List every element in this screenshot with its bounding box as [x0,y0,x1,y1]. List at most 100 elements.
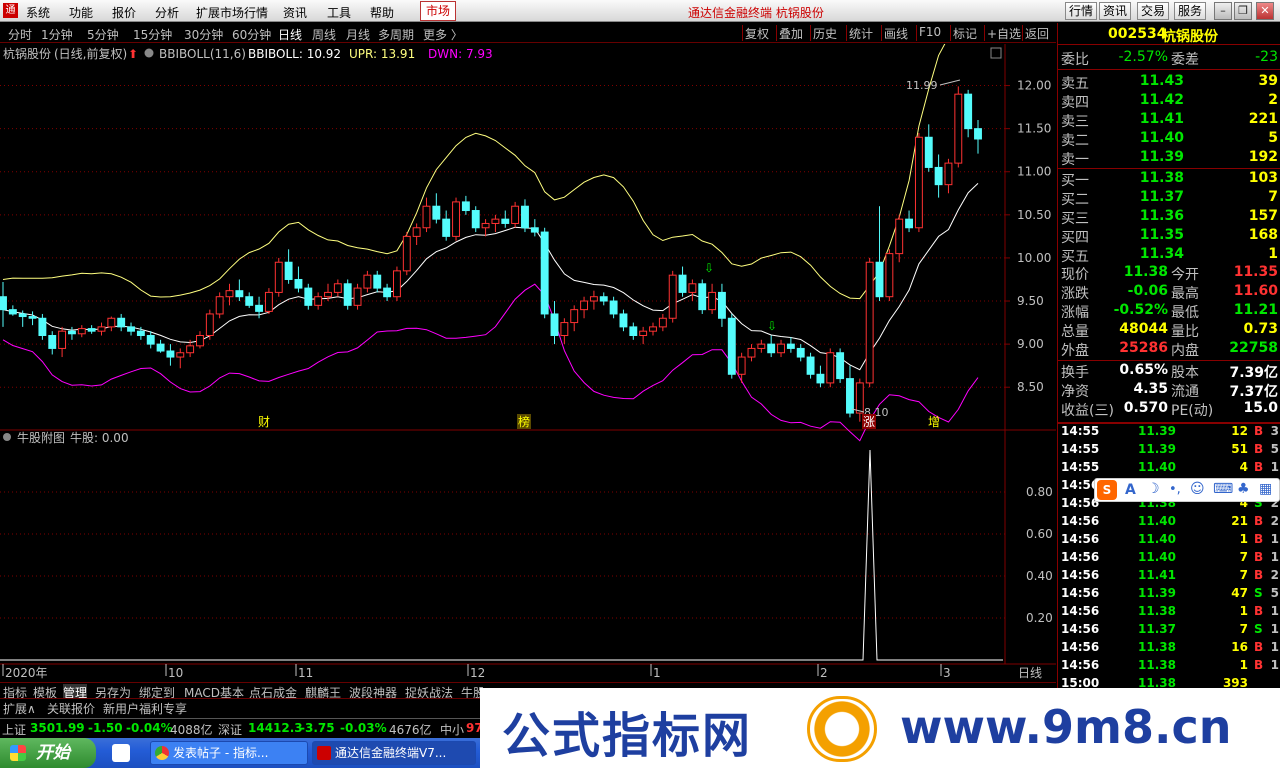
menu-tools[interactable]: 工具 [327,4,351,21]
quicklaunch-icon[interactable] [112,744,130,762]
quote-panel: 002534 杭锅股份 委比 -2.57% 委差 -23 卖五 11.43 39 卖四… [1057,23,1280,690]
period-15min[interactable]: 15分钟 [133,26,172,43]
tick-side: B [1254,532,1264,546]
toolbox-icon[interactable]: ▦ [1259,481,1272,497]
period-monthly[interactable]: 月线 [346,26,370,43]
minimize-icon[interactable]: – [1214,2,1232,20]
tick-price: 11.40 [1138,460,1176,474]
kline-chart[interactable]: 杭锅股份 (日线,前复权) ⬆ BBIBOLL(11,6) BBIBOLL: 1… [0,44,1056,682]
stat-label: 今开 [1171,267,1199,283]
tool-stats[interactable]: 统计 [846,25,875,41]
tool-back[interactable]: 返回 [1022,25,1051,41]
menu-function[interactable]: 功能 [69,4,93,21]
period-1min[interactable]: 1分钟 [41,26,73,43]
candle-body [117,317,126,328]
settings-dot-icon[interactable] [3,433,11,441]
ask-row[interactable]: 卖四 11.42 2 [1058,92,1280,111]
related-quote-tab[interactable]: 关联报价 [47,700,95,717]
index-name[interactable]: 中小 [440,721,464,738]
extend-toggle[interactable]: 扩展∧ [3,700,36,717]
start-button[interactable]: 开始 [0,738,96,768]
service-tab-button[interactable]: 服务 [1174,2,1206,20]
index-name[interactable]: 上证 [2,721,26,738]
index-name[interactable]: 深证 [218,721,242,738]
new-user-benefit-tab[interactable]: 新用户福利专享 [103,700,187,717]
tick-price: 11.37 [1138,622,1176,636]
settings-dot-icon[interactable] [144,48,154,58]
marker-finance[interactable]: 财 [258,415,270,429]
candle-body [196,335,204,347]
header-indicator[interactable]: BBIBOLL(11,6) [159,47,246,61]
candle-body [629,326,638,336]
tool-overlay[interactable]: 叠加 [776,25,805,41]
tool-f10[interactable]: F10 [916,25,943,41]
tool-draw[interactable]: 画线 [881,25,910,41]
stat-label: 净资 [1061,384,1089,400]
tick-row: 14:56 11.40 21 B 2 [1058,514,1280,532]
news-tab-button[interactable]: 资讯 [1099,2,1131,20]
tick-row: 14:56 11.40 7 B 1 [1058,550,1280,568]
period-more[interactable]: 更多 〉 [423,26,463,43]
menu-help[interactable]: 帮助 [370,4,394,21]
menu-news[interactable]: 资讯 [283,4,307,21]
bid-row[interactable]: 买四 11.35 168 [1058,227,1280,246]
stat-value: 11.60 [1233,283,1278,299]
bid-row[interactable]: 买三 11.36 157 [1058,208,1280,227]
ask-row[interactable]: 卖一 11.39 192 [1058,149,1280,168]
period-daily[interactable]: 日线 [278,26,302,43]
taskbar-item-tdx[interactable]: 通达信金融终端V7... [312,741,476,765]
ask-row[interactable]: 卖三 11.41 221 [1058,111,1280,130]
windows-logo-icon [10,745,26,761]
trade-tab-button[interactable]: 交易 [1137,2,1169,20]
market-button[interactable]: 市场 [420,1,456,21]
tool-mark[interactable]: 标记 [950,25,979,41]
tick-time: 14:56 [1061,658,1100,672]
period-multi[interactable]: 多周期 [378,26,414,43]
menu-system[interactable]: 系统 [26,4,50,21]
ask-row[interactable]: 卖二 11.40 5 [1058,130,1280,149]
marker-increase[interactable]: 增 [928,415,940,429]
moon-icon[interactable]: ☽ [1147,481,1160,497]
candle-body [954,93,963,164]
punctuation-icon[interactable]: •, [1169,482,1181,497]
price-tick-label: 11.50 [1017,122,1051,136]
tool-restore-rights[interactable]: 复权 [742,25,771,41]
stat-label: 外盘 [1061,343,1089,359]
bid-row[interactable]: 买五 11.34 1 [1058,246,1280,265]
candle-body [786,343,795,349]
tool-add-watchlist[interactable]: +自选 [984,25,1023,41]
close-icon[interactable]: ✕ [1256,2,1274,20]
tick-count: 1 [1270,658,1279,672]
level-label: 买一 [1061,173,1089,189]
menu-extended-market[interactable]: 扩展市场行情 [196,4,268,21]
period-60min[interactable]: 60分钟 [232,26,271,43]
period-5min[interactable]: 5分钟 [87,26,119,43]
emoji-icon[interactable]: ☺ [1190,481,1205,497]
sub-indicator-name[interactable]: 牛股附图 [17,430,65,445]
marker-list[interactable]: 榜 [518,414,530,429]
marker-rise[interactable]: 涨 [863,414,875,429]
menu-analysis[interactable]: 分析 [155,4,179,21]
level-label: 卖一 [1061,152,1089,168]
period-minute[interactable]: 分时 [8,26,32,43]
menu-quote[interactable]: 报价 [112,4,136,21]
tool-history[interactable]: 历史 [810,25,839,41]
restore-icon[interactable]: ❐ [1234,2,1252,20]
tick-time: 14:55 [1061,460,1100,474]
candle-body [373,274,382,289]
chinese-mode-icon[interactable]: A [1125,482,1136,498]
bid-row[interactable]: 买二 11.37 7 [1058,189,1280,208]
ask-row[interactable]: 卖五 11.43 39 [1058,73,1280,92]
taskbar-item-browser[interactable]: 发表帖子 - 指标... [150,741,308,765]
period-30min[interactable]: 30分钟 [184,26,223,43]
bid-row[interactable]: 买一 11.38 103 [1058,170,1280,189]
ime-toolbar[interactable]: S A ☽ •, ☺ ⌨ ♣ ▦ [1094,478,1280,502]
quote-tab-button[interactable]: 行情 [1065,2,1097,20]
price-tick-label: 12.00 [1017,79,1051,93]
candle-body [333,283,342,293]
tick-volume: 1 [1239,532,1248,546]
tick-row: 14:56 11.38 16 B 1 [1058,640,1280,658]
keyboard-icon[interactable]: ⌨ [1213,481,1233,497]
skin-icon[interactable]: ♣ [1237,481,1250,497]
period-weekly[interactable]: 周线 [312,26,336,43]
